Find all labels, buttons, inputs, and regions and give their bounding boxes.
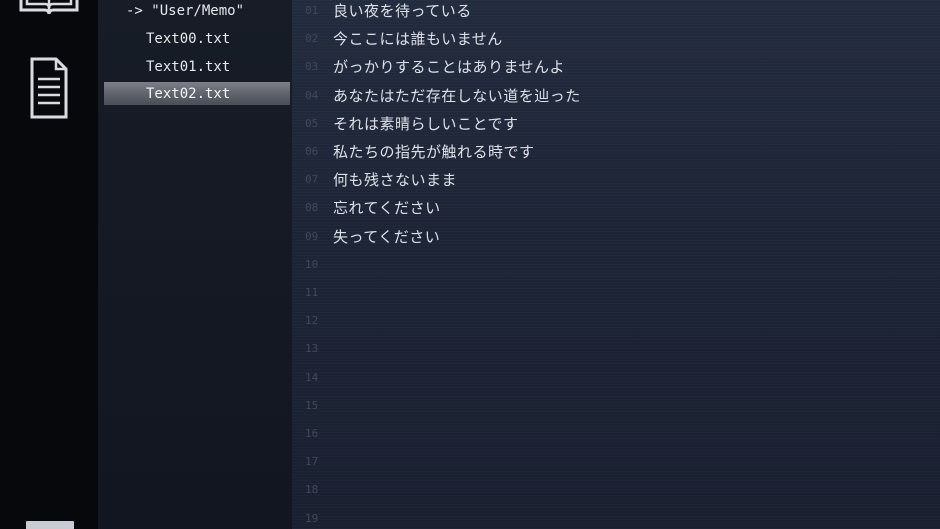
- line-number: 17: [305, 455, 319, 469]
- file-tree: -> "User/Memo" Text00.txt Text01.txt Tex…: [98, 0, 292, 529]
- tree-directory[interactable]: -> "User/Memo": [126, 0, 244, 22]
- line-number: 02: [305, 32, 319, 46]
- editor-line[interactable]: 失ってください: [333, 227, 440, 247]
- memo-app: -> "User/Memo" Text00.txt Text01.txt Tex…: [0, 0, 940, 529]
- line-number: 09: [305, 229, 319, 243]
- editor-line[interactable]: 忘れてください: [333, 198, 441, 218]
- editor-line[interactable]: あなたはただ存在しない道を辿った: [333, 86, 581, 106]
- line-number: 08: [305, 201, 319, 215]
- editor-line[interactable]: 今ここには誰もいません: [333, 29, 503, 49]
- tree-file-item-selected[interactable]: Text02.txt: [104, 82, 290, 105]
- line-number: 12: [305, 314, 319, 328]
- editor-line[interactable]: それは素晴らしいことです: [333, 114, 519, 134]
- editor-line[interactable]: がっかりすることはありませんよ: [333, 57, 565, 77]
- rail-bottom-tab[interactable]: [26, 521, 74, 529]
- line-number: 19: [305, 511, 319, 525]
- line-number: 01: [305, 4, 319, 17]
- line-number: 15: [305, 398, 319, 412]
- line-number: 07: [305, 173, 319, 187]
- line-number: 13: [305, 342, 319, 356]
- line-number: 04: [305, 88, 319, 102]
- document-icon[interactable]: [30, 57, 68, 119]
- line-number: 06: [305, 145, 319, 158]
- text-editor[interactable]: 01 02 03 04 05 06 07 08 09 10 11 12 13 14 15 16 17 18 19 良…: [292, 0, 940, 529]
- editor-line[interactable]: 私たちの指先が触れる時です: [333, 142, 535, 162]
- editor-line[interactable]: 良い夜を待っている: [333, 1, 472, 21]
- line-number: 03: [305, 60, 319, 74]
- line-number: 18: [305, 483, 319, 497]
- icon-rail: [0, 0, 98, 529]
- line-number: 16: [305, 427, 319, 440]
- tree-file-item[interactable]: Text01.txt: [146, 56, 230, 78]
- editor-line[interactable]: 何も残さないまま: [333, 170, 457, 190]
- line-number: 05: [305, 116, 319, 130]
- line-number: 11: [305, 286, 319, 299]
- tree-file-item[interactable]: Text00.txt: [146, 28, 230, 50]
- line-number: 10: [305, 257, 319, 271]
- line-number: 14: [305, 370, 319, 384]
- book-icon[interactable]: [18, 0, 80, 20]
